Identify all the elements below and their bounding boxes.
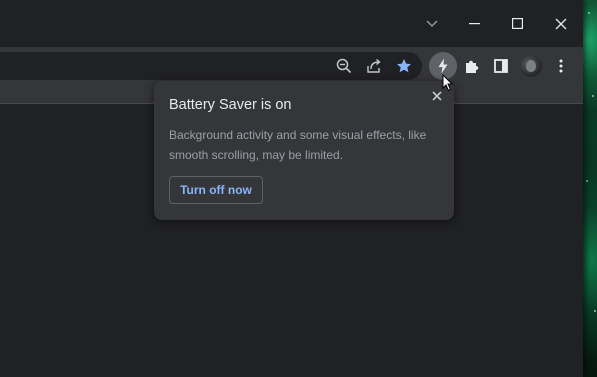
desktop-star xyxy=(592,95,594,97)
zoom-out-icon xyxy=(336,58,352,74)
puzzle-piece-icon xyxy=(466,60,479,73)
popup-description: Background activity and some visual effe… xyxy=(169,128,427,162)
turn-off-now-button[interactable]: Turn off now xyxy=(169,176,263,204)
share-button[interactable] xyxy=(364,56,384,76)
toolbar xyxy=(0,47,583,85)
maximize-icon xyxy=(511,18,523,29)
maximize-button[interactable] xyxy=(495,0,539,47)
address-bar[interactable] xyxy=(0,52,422,80)
close-icon xyxy=(555,18,567,29)
title-bar xyxy=(0,0,583,47)
desktop-star xyxy=(594,310,596,312)
bookmark-button[interactable] xyxy=(394,56,414,76)
three-dots-vertical-icon xyxy=(559,59,563,73)
avatar xyxy=(520,55,542,77)
close-icon xyxy=(432,91,442,101)
minimize-button[interactable] xyxy=(452,0,496,47)
browser-window: Battery Saver is on Background activity … xyxy=(0,0,583,377)
mouse-cursor-icon xyxy=(442,74,454,92)
lightning-bolt-icon xyxy=(438,58,448,74)
bookmark-star-icon xyxy=(397,59,411,73)
profile-button[interactable] xyxy=(517,52,545,80)
minimize-icon xyxy=(468,22,480,24)
chevron-down-icon xyxy=(426,20,438,27)
extensions-button[interactable] xyxy=(458,52,486,80)
menu-button[interactable] xyxy=(547,52,575,80)
zoom-button[interactable] xyxy=(334,56,354,76)
desktop-star xyxy=(586,180,588,182)
desktop-star xyxy=(588,12,590,14)
side-panel-button[interactable] xyxy=(487,52,515,80)
side-panel-icon xyxy=(494,59,508,73)
share-icon xyxy=(367,58,381,73)
popup-title: Battery Saver is on xyxy=(169,97,292,113)
tab-search-button[interactable] xyxy=(410,0,454,47)
battery-saver-popup: Battery Saver is on Background activity … xyxy=(154,81,454,220)
close-window-button[interactable] xyxy=(539,0,583,47)
